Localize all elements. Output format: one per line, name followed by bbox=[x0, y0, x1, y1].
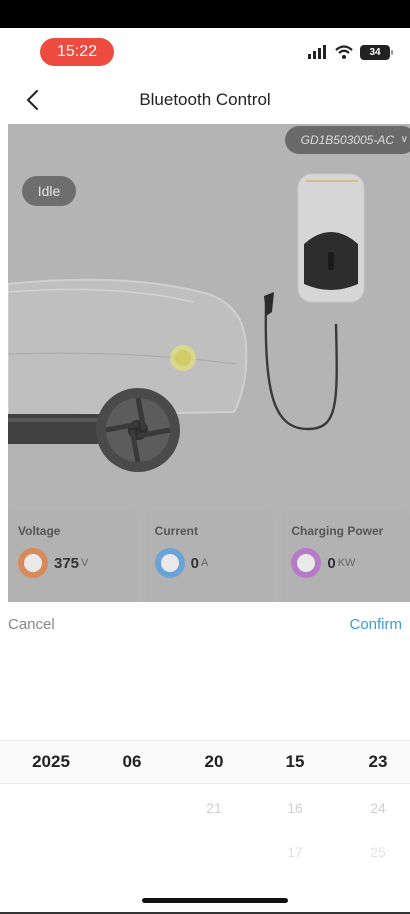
status-badge: Idle bbox=[22, 176, 76, 206]
wifi-icon bbox=[335, 45, 353, 59]
stat-card-voltage: Voltage 375 V bbox=[8, 510, 137, 602]
picker-selected-value: 15 bbox=[285, 752, 305, 771]
picker-selected-value: 06 bbox=[122, 752, 142, 771]
cellular-signal-icon bbox=[308, 45, 326, 59]
confirm-button[interactable]: Confirm bbox=[349, 616, 402, 633]
stat-card-charging-power: Charging Power 0 KW bbox=[281, 510, 410, 602]
picker-selected-value: 23 bbox=[368, 752, 388, 771]
battery-icon: 34 bbox=[360, 44, 393, 60]
picker-option: 16 bbox=[287, 800, 303, 816]
power-icon bbox=[291, 548, 322, 578]
nav-bar: Bluetooth Control bbox=[0, 76, 410, 124]
picker-option: 17 bbox=[287, 844, 303, 860]
stat-value: 0 bbox=[327, 554, 336, 572]
stat-unit: A bbox=[201, 557, 209, 569]
charger-hero: GD1B503005-AC ∨ Idle Voltage 375 V Curre… bbox=[8, 124, 410, 602]
stat-value: 0 bbox=[190, 554, 200, 572]
page-title: Bluetooth Control bbox=[139, 90, 271, 109]
status-time: 15:22 bbox=[40, 38, 114, 66]
chevron-down-icon: ∨ bbox=[400, 134, 408, 145]
status-bar: 15:22 34 bbox=[0, 28, 410, 76]
datetime-picker-sheet: Cancel Confirm 2025 06 20 21 15 16 17 23… bbox=[0, 602, 410, 914]
stat-label: Charging Power bbox=[291, 524, 384, 538]
top-bezel bbox=[0, 0, 410, 28]
stat-label: Current bbox=[154, 524, 199, 538]
status-icons: 34 bbox=[308, 42, 393, 62]
picker-option: 24 bbox=[370, 800, 386, 816]
home-indicator[interactable] bbox=[142, 898, 288, 903]
stat-unit: V bbox=[81, 557, 89, 569]
phone-screen: 15:22 34 Bluetooth Control GD1B503005-AC… bbox=[0, 0, 410, 914]
stat-value: 375 bbox=[54, 554, 80, 572]
picker-selected-value: 20 bbox=[204, 752, 224, 771]
stat-card-current: Current 0 A bbox=[144, 510, 274, 602]
stats-panel: Voltage 375 V Current 0 A Charging Power bbox=[8, 510, 410, 602]
cancel-button[interactable]: Cancel bbox=[8, 616, 55, 633]
picker-option: 21 bbox=[206, 800, 222, 816]
picker-selected-value: 2025 bbox=[32, 752, 70, 771]
voltage-icon bbox=[18, 548, 48, 578]
picker-option: 25 bbox=[370, 844, 386, 860]
device-selector[interactable]: GD1B503005-AC ∨ bbox=[284, 126, 410, 154]
device-id: GD1B503005-AC bbox=[300, 133, 394, 147]
stat-unit: KW bbox=[337, 557, 356, 569]
stat-label: Voltage bbox=[18, 524, 61, 538]
current-icon bbox=[154, 548, 185, 578]
